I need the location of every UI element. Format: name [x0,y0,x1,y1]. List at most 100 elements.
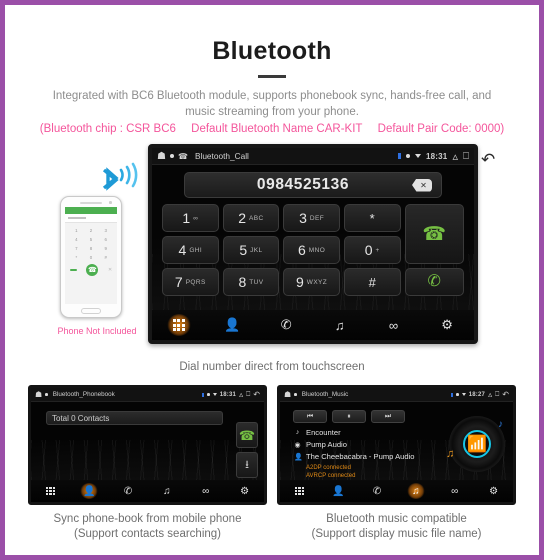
chevron-up-icon[interactable]: ▵ [239,390,243,399]
nav-pair[interactable]: ∞ [197,483,215,499]
back-arrow-icon[interactable]: ↶ [502,390,509,399]
music-title: Bluetooth_Music [301,391,349,398]
key-1[interactable]: 1 ∞ [162,204,219,232]
track-title: Encounter [306,428,341,437]
key-6-digit: 6 [297,242,306,258]
phonebook-caption: Sync phone-book from mobile phone (Suppo… [28,512,267,542]
bluetooth-indicator-icon [398,153,401,159]
nav-music[interactable]: ♫ [328,314,352,336]
home-icon[interactable]: ☗ [284,390,291,399]
person-icon: 👤 [83,485,96,497]
nav-pair[interactable]: ∞ [381,314,405,336]
key-star[interactable]: * [343,204,401,232]
nav-contacts[interactable]: 👤 [80,483,99,499]
phone-history-icon: ✆ [427,273,441,290]
key-3[interactable]: 3 DEF [283,204,340,232]
call-button[interactable]: ☎ [404,204,464,264]
key-0[interactable]: 0 + [343,236,401,264]
nav-contacts[interactable]: 👤 [220,314,244,336]
bluetooth-glyph-icon: 📶 [463,430,491,458]
phone-keypad: 1 2 3 4 5 6 7 8 9 * 0 # [75,228,107,260]
phone-log-icon: ✆ [372,485,382,497]
home-icon[interactable]: ☗ [157,151,166,162]
number-display[interactable]: 0984525136 ✕ [184,172,442,198]
next-button[interactable]: ⏭ [371,410,405,423]
description-line-1: Integrated with BC6 Bluetooth module, su… [52,90,492,102]
phonebook-call-button[interactable]: ☎ [236,422,258,448]
phone-call-icon: ☎ [422,223,447,245]
description-line-2: music streaming from your phone. [185,106,359,118]
window-icon[interactable]: ⎕ [463,151,469,162]
person-icon: 👤 [332,485,345,497]
chevron-up-icon[interactable]: ▵ [452,150,458,163]
nav-settings[interactable]: ⚙ [485,483,503,499]
contacts-search-input[interactable]: Total 0 Contacts [46,411,223,425]
link-icon: ∞ [451,485,459,497]
music-caption: Bluetooth music compatible (Support disp… [277,512,516,542]
phone-action-row: ☎ ✕ [65,264,117,276]
music-statusbar: ☗ Bluetooth_Music 18:27 ▵ ⎕ ↶ [280,388,513,402]
phonebook-screen: ☗ Bluetooth_Phonebook 18:31 ▵ ⎕ ↶ Total … [28,385,267,505]
note-icon: ♪ [295,429,300,436]
call-history-button[interactable]: ✆ [404,268,464,296]
key-2[interactable]: 2 ABC [222,204,280,232]
gear-icon: ⚙ [489,485,499,497]
nav-keypad[interactable] [290,483,308,499]
key-star-digit: * [369,210,375,226]
music-note-icon: ♫ [412,485,420,497]
phonebook-side-buttons: ☎ ⭳ [236,422,258,478]
key-8[interactable]: 8 TUV [222,268,280,296]
backspace-icon[interactable]: ✕ [412,178,432,192]
back-arrow-icon[interactable]: ↶ [253,390,260,399]
key-9[interactable]: 9 WXYZ [283,268,340,296]
status-dot-icon [406,154,410,158]
phonebook-caption-line-2: (Support contacts searching) [73,528,222,540]
nav-call-log[interactable]: ✆ [119,483,137,499]
phonebook-download-button[interactable]: ⭳ [236,452,258,478]
statusbar-dot-left [169,154,174,158]
key-9-digit: 9 [295,274,304,290]
next-icon: ⏭ [384,412,392,420]
bluetooth-indicator-icon [202,392,205,397]
home-icon[interactable]: ☗ [35,390,42,399]
key-9-letters: WXYZ [306,278,328,286]
dialer-statusbar: ☗ ☎ Bluetooth_Call 18:31 ▵ ⎕ [152,148,474,165]
dialer-navbar: 👤 ✆ ♫ ∞ ⚙ [152,310,474,340]
nav-keypad[interactable] [166,314,191,336]
gear-icon: ⚙ [441,317,453,332]
nav-music[interactable]: ♫ [406,483,425,499]
nav-settings[interactable]: ⚙ [435,314,459,336]
phone-camera [109,201,112,204]
keypad-icon [46,486,55,496]
key-0-digit: 0 [364,242,373,258]
window-icon[interactable]: ⎕ [495,391,499,399]
nav-pair[interactable]: ∞ [446,483,464,499]
window-icon[interactable]: ⎕ [246,391,250,399]
nav-call-log[interactable]: ✆ [368,483,386,499]
nav-keypad[interactable] [41,483,59,499]
nav-contacts[interactable]: 👤 [329,483,347,499]
back-arrow-icon[interactable]: ↶ [481,150,495,170]
key-5[interactable]: 5 JKL [222,236,280,264]
previous-button[interactable]: ⏮ [293,410,327,423]
key-hash[interactable]: # [343,268,401,296]
main-illustration-row: 1 2 3 4 5 6 7 8 9 * 0 # ☎ ✕ Phone Not Included ☗ ☎ … [10,144,534,354]
nav-settings[interactable]: ⚙ [236,483,254,499]
page-description: Integrated with BC6 Bluetooth module, su… [10,88,534,120]
status-dot-icon [45,393,48,396]
nav-call-log[interactable]: ✆ [274,314,298,336]
phonebook-navbar: 👤 ✆ ♫ ∞ ⚙ [31,480,264,502]
key-0-letters: + [375,246,380,254]
nav-music[interactable]: ♫ [158,483,176,499]
key-4[interactable]: 4 GHI [162,236,219,264]
phone-speaker [80,201,102,204]
chevron-up-icon[interactable]: ▵ [488,390,492,399]
spec-paircode: Default Pair Code: 0000) [377,123,505,135]
phonebook-time: 18:31 [219,391,237,398]
previous-icon: ⏮ [306,412,314,420]
key-7[interactable]: 7 PQRS [162,268,219,296]
page-frame: Bluetooth Integrated with BC6 Bluetooth … [0,0,544,560]
pause-button[interactable]: ⏸ [332,410,366,423]
key-6[interactable]: 6 MNO [283,236,340,264]
phone-app-bar [65,207,117,214]
